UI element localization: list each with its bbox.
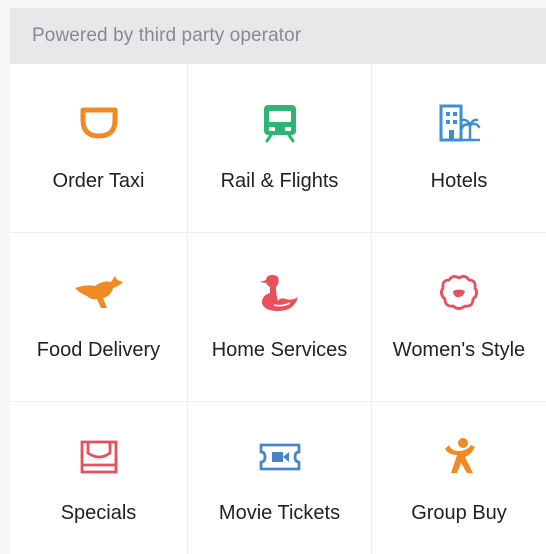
flower-icon: [372, 271, 546, 313]
service-label: Order Taxi: [52, 170, 145, 192]
service-food-delivery[interactable]: Food Delivery: [10, 233, 188, 402]
service-label: Rail & Flights: [220, 170, 339, 192]
service-label: Group Buy: [411, 502, 507, 524]
service-specials[interactable]: Specials: [10, 402, 188, 554]
services-screen: Powered by third party operator Order Ta…: [0, 0, 546, 554]
service-label: Food Delivery: [36, 339, 161, 361]
tray-icon: [10, 436, 187, 478]
service-group-buy[interactable]: Group Buy: [372, 402, 546, 554]
group-buy-icon: [372, 436, 546, 478]
service-hotels[interactable]: Hotels: [372, 64, 546, 233]
service-movie-tickets[interactable]: Movie Tickets: [188, 402, 372, 554]
service-label: Hotels: [430, 170, 488, 192]
kangaroo-icon: [10, 271, 187, 313]
service-label: Movie Tickets: [218, 502, 341, 524]
services-grid: Order Taxi Rail & Flights Hotels Food De…: [10, 64, 546, 554]
service-home-services[interactable]: Home Services: [188, 233, 372, 402]
swan-icon: [188, 271, 371, 313]
taxi-icon: [10, 102, 187, 144]
service-womens-style[interactable]: Women's Style: [372, 233, 546, 402]
service-rail-flights[interactable]: Rail & Flights: [188, 64, 372, 233]
operator-banner: Powered by third party operator: [10, 8, 546, 64]
operator-banner-text: Powered by third party operator: [32, 25, 302, 46]
service-label: Women's Style: [392, 339, 526, 361]
service-order-taxi[interactable]: Order Taxi: [10, 64, 188, 233]
service-label: Specials: [60, 502, 137, 524]
service-label: Home Services: [211, 339, 348, 361]
ticket-icon: [188, 436, 371, 478]
train-icon: [188, 102, 371, 144]
hotel-icon: [372, 102, 546, 144]
